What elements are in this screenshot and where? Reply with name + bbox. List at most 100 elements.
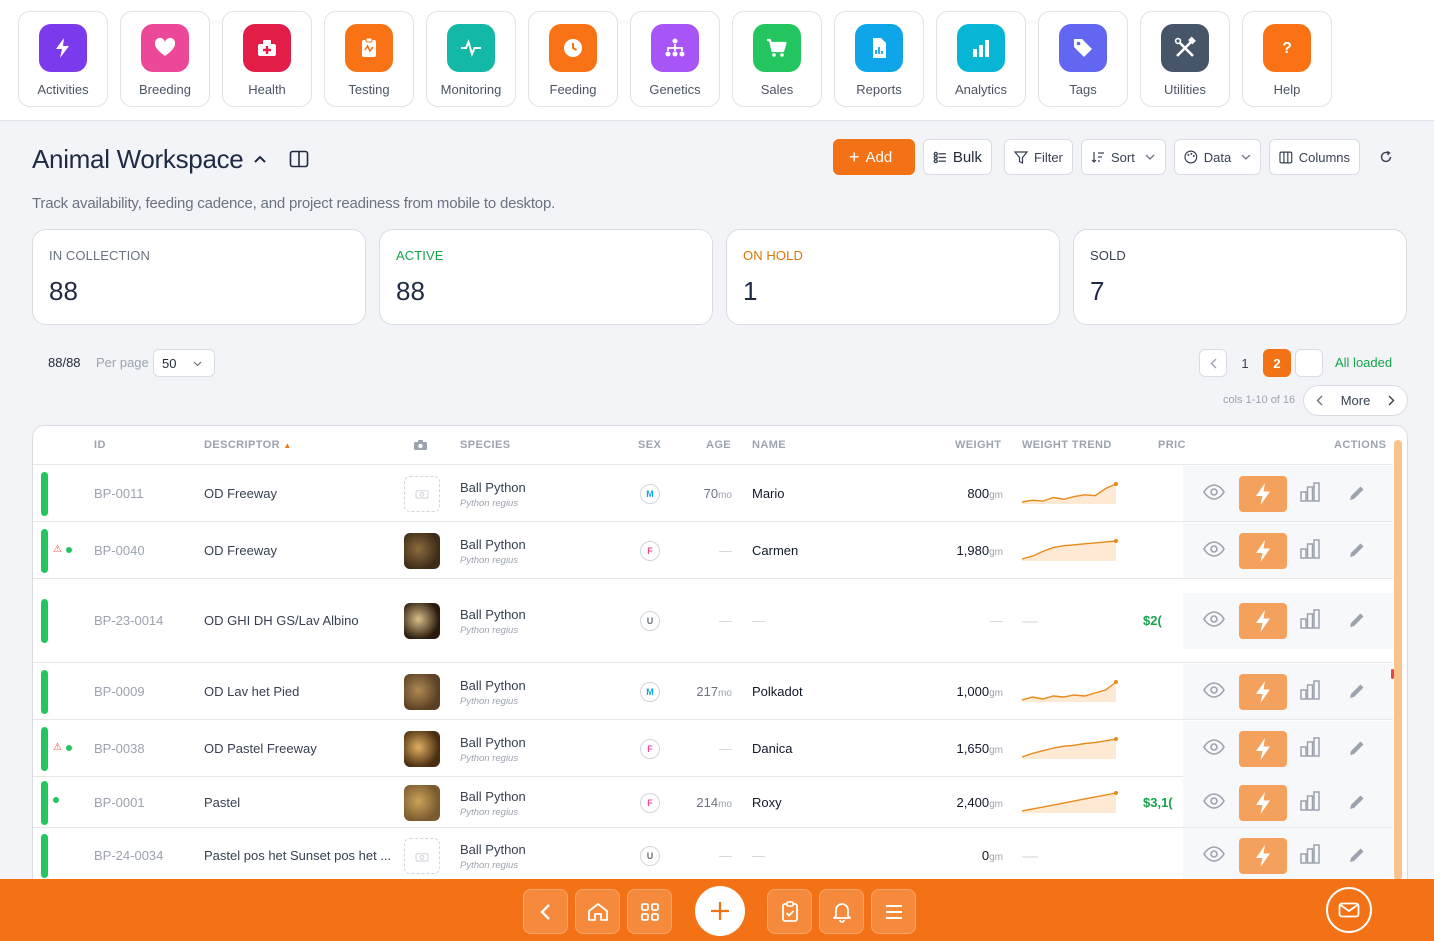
eye-icon[interactable]: [1203, 540, 1225, 562]
weight-trend-sparkline[interactable]: [1021, 480, 1118, 511]
notifications-button[interactable]: [819, 889, 864, 934]
create-button[interactable]: [695, 886, 745, 936]
eye-icon[interactable]: [1203, 483, 1225, 505]
refresh-icon[interactable]: [1379, 150, 1393, 164]
animal-id[interactable]: BP-0009: [94, 684, 145, 699]
eye-icon[interactable]: [1203, 738, 1225, 760]
stats-icon[interactable]: [1300, 844, 1320, 869]
nav-health[interactable]: Health: [222, 11, 312, 107]
weight-trend-sparkline[interactable]: —: [1022, 848, 1038, 866]
col-header-name[interactable]: NAME: [752, 439, 786, 451]
animal-photo[interactable]: [404, 532, 440, 569]
nav-breeding[interactable]: Breeding: [120, 11, 210, 107]
edit-icon[interactable]: [1348, 793, 1366, 816]
edit-icon[interactable]: [1348, 682, 1366, 705]
col-header-weight-trend[interactable]: WEIGHT TREND: [1022, 439, 1112, 451]
animal-id[interactable]: BP-0038: [94, 741, 145, 756]
next-page-button[interactable]: [1295, 349, 1323, 377]
eye-icon[interactable]: [1203, 611, 1225, 632]
data-button[interactable]: Data: [1174, 139, 1261, 175]
quick-action-button[interactable]: [1239, 838, 1287, 874]
animal-id[interactable]: BP-23-0014: [94, 613, 163, 628]
animal-photo[interactable]: [404, 730, 440, 767]
nav-help[interactable]: ? Help: [1242, 11, 1332, 107]
back-button[interactable]: [523, 889, 568, 934]
photo-placeholder[interactable]: [404, 838, 440, 874]
table-row[interactable]: ⚠ BP-0038 OD Pastel Freeway Ball Python Pyth…: [33, 719, 1393, 777]
nav-utilities[interactable]: Utilities: [1140, 11, 1230, 107]
nav-genetics[interactable]: Genetics: [630, 11, 720, 107]
stats-icon[interactable]: [1300, 790, 1320, 816]
nav-tags[interactable]: Tags: [1038, 11, 1128, 107]
eye-icon[interactable]: [1203, 792, 1225, 814]
nav-activities[interactable]: Activities: [18, 11, 108, 107]
animal-photo[interactable]: [404, 603, 440, 639]
stat-card-on-hold[interactable]: ON HOLD 1: [726, 229, 1060, 325]
col-header-id[interactable]: ID: [94, 439, 106, 451]
sort-button[interactable]: Sort: [1081, 139, 1166, 175]
stats-icon[interactable]: [1300, 609, 1320, 634]
animal-photo[interactable]: [404, 784, 440, 821]
animal-photo[interactable]: [404, 673, 440, 710]
edit-icon[interactable]: [1348, 484, 1366, 507]
weight-trend-sparkline[interactable]: [1021, 678, 1118, 709]
add-button[interactable]: + Add: [833, 139, 915, 175]
more-columns-button[interactable]: More: [1303, 385, 1408, 416]
nav-sales[interactable]: Sales: [732, 11, 822, 107]
eye-icon[interactable]: [1203, 846, 1225, 867]
stats-icon[interactable]: [1300, 481, 1320, 507]
nav-feeding[interactable]: Feeding: [528, 11, 618, 107]
split-view-icon[interactable]: [289, 150, 309, 168]
edit-icon[interactable]: [1348, 846, 1366, 869]
quick-action-button[interactable]: [1239, 532, 1287, 569]
animal-id[interactable]: BP-0040: [94, 543, 145, 558]
stat-card-in-collection[interactable]: IN COLLECTION 88: [32, 229, 366, 325]
stats-icon[interactable]: [1300, 679, 1320, 705]
quick-action-button[interactable]: [1239, 784, 1287, 821]
col-header-descriptor[interactable]: DESCRIPTOR ▲: [204, 439, 292, 451]
weight-trend-sparkline[interactable]: [1021, 735, 1118, 766]
stats-icon[interactable]: [1300, 538, 1320, 564]
table-scrollbar[interactable]: [1394, 440, 1402, 880]
edit-icon[interactable]: [1348, 611, 1366, 634]
filter-button[interactable]: Filter: [1004, 139, 1073, 175]
animal-id[interactable]: BP-0011: [94, 486, 144, 501]
table-row[interactable]: BP-0009 OD Lav het Pied Ball Python Python …: [33, 662, 1393, 720]
quick-action-button[interactable]: [1239, 603, 1287, 639]
nav-testing[interactable]: Testing: [324, 11, 414, 107]
messages-button[interactable]: [1326, 887, 1372, 933]
quick-action-button[interactable]: [1239, 730, 1287, 767]
nav-analytics[interactable]: Analytics: [936, 11, 1026, 107]
edit-icon[interactable]: [1348, 541, 1366, 564]
quick-action-button[interactable]: [1239, 673, 1287, 710]
col-header-species[interactable]: SPECIES: [460, 439, 511, 451]
table-row[interactable]: ⚠ BP-0040 OD Freeway Ball Python Python regi…: [33, 521, 1393, 579]
prev-page-button[interactable]: [1199, 349, 1227, 377]
weight-trend-sparkline[interactable]: —: [1022, 613, 1038, 631]
col-header-age[interactable]: AGE: [706, 439, 731, 451]
animal-id[interactable]: BP-24-0034: [94, 848, 163, 863]
stat-card-active[interactable]: ACTIVE 88: [379, 229, 713, 325]
stat-card-sold[interactable]: SOLD 7: [1073, 229, 1407, 325]
per-page-select[interactable]: 50: [153, 349, 215, 377]
chevron-up-icon[interactable]: [253, 154, 267, 164]
table-row[interactable]: BP-24-0034 Pastel pos het Sunset pos het …: [33, 827, 1393, 884]
weight-trend-sparkline[interactable]: [1021, 789, 1118, 820]
tasks-button[interactable]: [767, 889, 812, 934]
animal-id[interactable]: BP-0001: [94, 795, 145, 810]
nav-reports[interactable]: Reports: [834, 11, 924, 107]
col-header-sex[interactable]: SEX: [638, 439, 661, 451]
weight-trend-sparkline[interactable]: [1021, 537, 1118, 568]
edit-icon[interactable]: [1348, 739, 1366, 762]
home-button[interactable]: [575, 889, 620, 934]
col-header-price[interactable]: PRIC: [1158, 439, 1186, 451]
eye-icon[interactable]: [1203, 681, 1225, 703]
table-row[interactable]: BP-0001 Pastel Ball Python Python regius F 21…: [33, 774, 1393, 831]
photo-placeholder[interactable]: [404, 475, 440, 512]
apps-button[interactable]: [627, 889, 672, 934]
page-1-button[interactable]: 1: [1231, 349, 1259, 377]
col-header-weight[interactable]: WEIGHT: [955, 439, 1001, 451]
table-row[interactable]: BP-23-0014 OD GHI DH GS/Lav Albino Ball Py…: [33, 578, 1393, 662]
menu-button[interactable]: [871, 889, 916, 934]
quick-action-button[interactable]: [1239, 475, 1287, 512]
